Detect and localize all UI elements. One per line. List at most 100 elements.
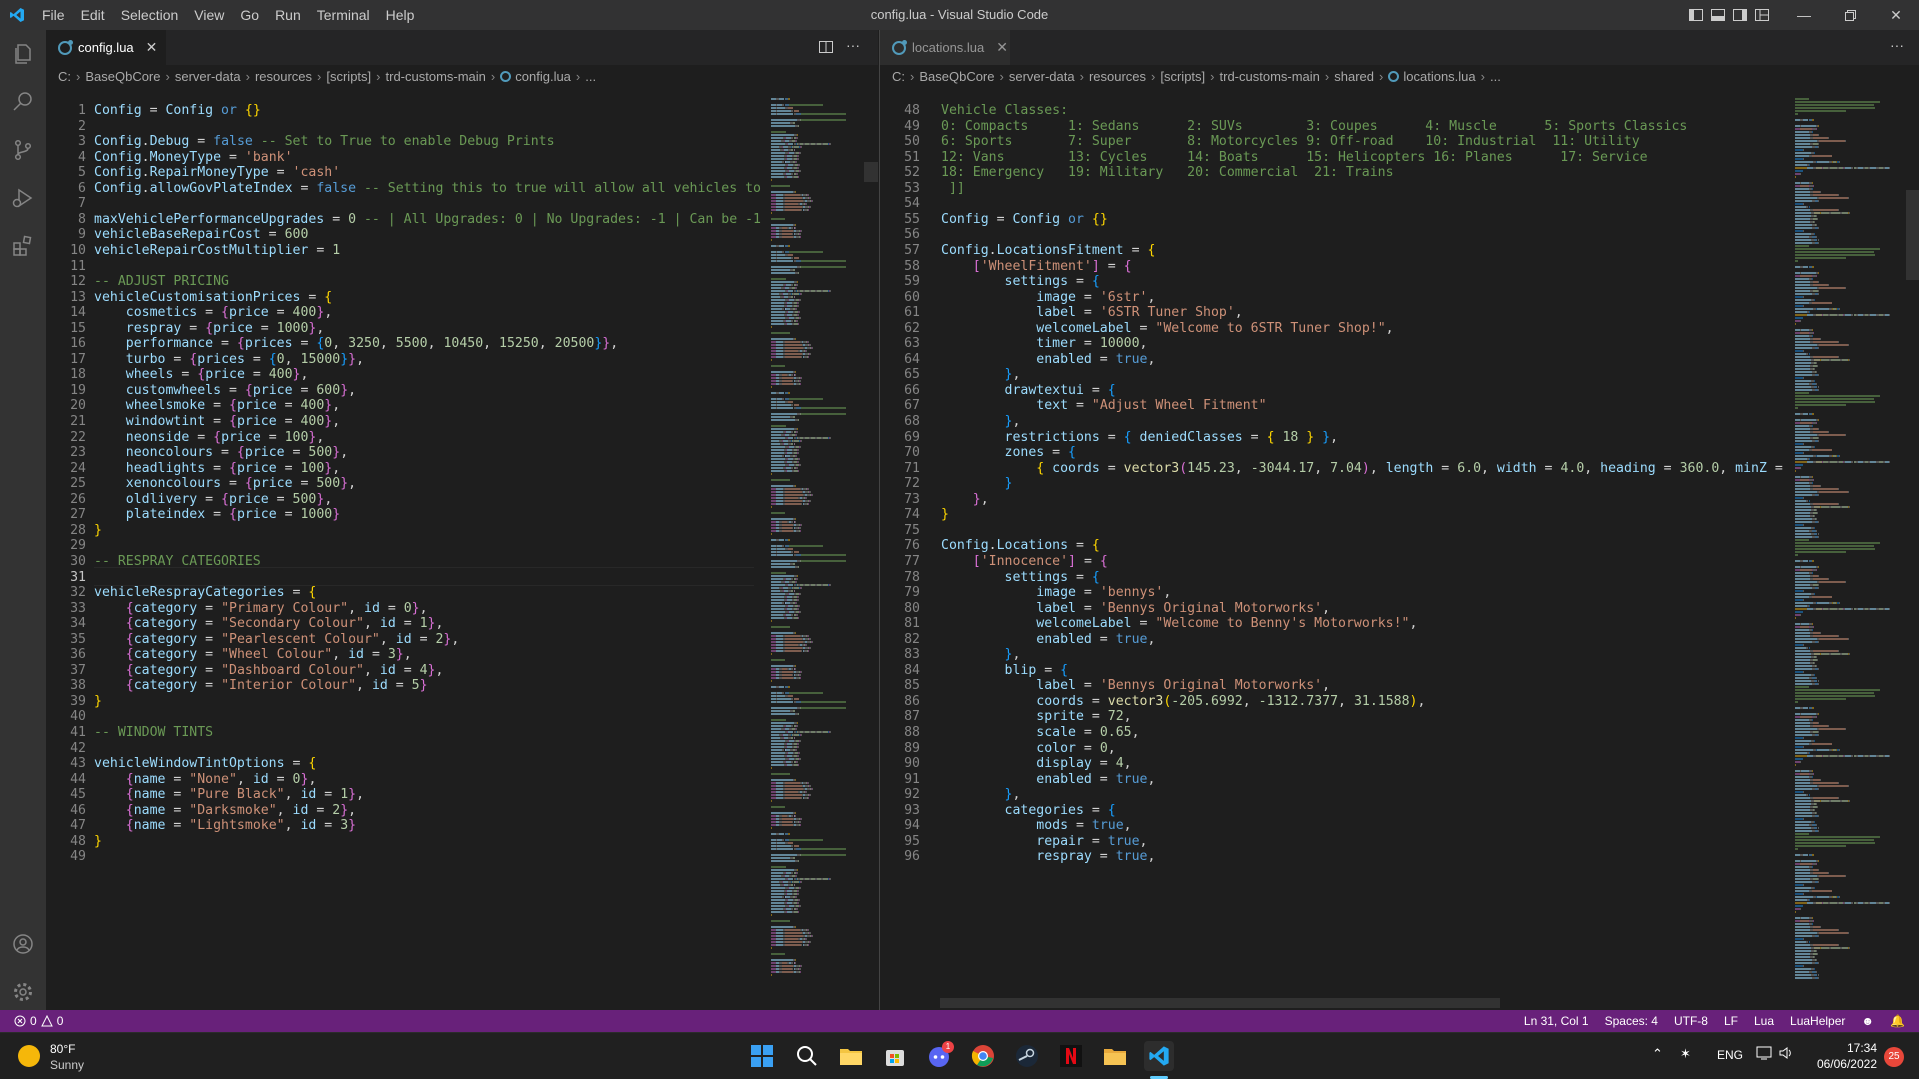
close-tab-icon[interactable]: ✕ <box>146 39 158 56</box>
menu-run[interactable]: Run <box>267 0 309 30</box>
run-debug-icon[interactable] <box>0 174 46 222</box>
breadcrumb-item[interactable]: BaseQbCore <box>919 69 994 84</box>
windows-start-icon[interactable] <box>747 1041 777 1071</box>
notification-count-badge[interactable]: 25 <box>1884 1047 1904 1067</box>
clock-time[interactable]: 17:34 <box>1815 1041 1877 1055</box>
toggle-secondary-sidebar-icon[interactable] <box>1729 0 1751 30</box>
toggle-sidebar-icon[interactable] <box>1685 0 1707 30</box>
close-tab-icon[interactable]: ✕ <box>996 39 1008 56</box>
minimap-mark <box>781 968 792 970</box>
breadcrumb-item[interactable]: server-data <box>175 69 241 84</box>
source-control-icon[interactable] <box>0 126 46 174</box>
minimap-mark <box>795 338 797 340</box>
folder-icon[interactable] <box>1100 1041 1130 1071</box>
breadcrumb-item[interactable]: [scripts] <box>1160 69 1205 84</box>
search-icon[interactable] <box>0 78 46 126</box>
end-of-line[interactable]: LF <box>1716 1014 1746 1028</box>
minimap-mark <box>1801 860 1816 862</box>
breadcrumb-right: C: › BaseQbCore › server-data › resources › [scr… <box>880 65 1919 87</box>
language-mode[interactable]: Lua <box>1746 1014 1782 1028</box>
breadcrumb-item[interactable]: trd-customs-main <box>386 69 486 84</box>
breadcrumb-item[interactable]: resources <box>255 69 312 84</box>
minimap-mark <box>1809 605 1811 607</box>
minimap-right[interactable] <box>1795 98 1905 1018</box>
minimap-mark <box>771 308 782 310</box>
menu-view[interactable]: View <box>186 0 232 30</box>
breadcrumb-item[interactable]: [scripts] <box>326 69 371 84</box>
restore-icon[interactable] <box>1827 0 1873 30</box>
breadcrumb-item[interactable]: shared <box>1334 69 1374 84</box>
minimap-mark <box>1795 911 1796 913</box>
split-editor-icon[interactable] <box>818 39 834 60</box>
breadcrumb-item[interactable]: config.lua <box>515 69 571 84</box>
microsoft-store-icon[interactable] <box>880 1041 910 1071</box>
vscode-logo-icon[interactable] <box>0 0 34 30</box>
chrome-icon[interactable] <box>968 1041 998 1071</box>
extension-status[interactable]: LuaHelper <box>1782 1014 1853 1028</box>
minimap-mark <box>771 323 784 325</box>
breadcrumb-item[interactable]: C: <box>892 69 905 84</box>
minimap-mark <box>1815 128 1817 130</box>
breadcrumb-item[interactable]: server-data <box>1009 69 1075 84</box>
minimap-mark <box>785 788 804 790</box>
minimap-mark <box>771 752 785 754</box>
breadcrumb-item[interactable]: locations.lua <box>1403 69 1475 84</box>
minimap-mark <box>1812 425 1813 427</box>
display-icon[interactable] <box>1756 1045 1772 1066</box>
menu-selection[interactable]: Selection <box>113 0 187 30</box>
tab-locations-lua[interactable]: locations.lua ✕ <box>880 30 1010 65</box>
breadcrumb-item[interactable]: C: <box>58 69 71 84</box>
file-explorer-icon[interactable] <box>836 1041 866 1071</box>
problems-indicator[interactable]: 0 0 <box>14 1014 63 1028</box>
show-hidden-icons-chevron-icon[interactable]: ⌃ <box>1652 1046 1663 1062</box>
scrollbar-left[interactable] <box>864 162 878 182</box>
minimap-mark <box>771 584 785 586</box>
menu-file[interactable]: File <box>34 0 73 30</box>
more-actions-icon[interactable]: ··· <box>846 37 860 53</box>
accounts-icon[interactable] <box>0 920 46 968</box>
customize-layout-icon[interactable] <box>1751 0 1773 30</box>
minimap-mark <box>1795 206 1806 208</box>
code-editor-right[interactable]: 48 Vehicle Classes: 49 0: Compacts 1: Sedan… <box>880 87 1785 1010</box>
horizontal-scrollbar[interactable] <box>940 998 1500 1008</box>
clock-date[interactable]: 06/06/2022 <box>1805 1057 1877 1071</box>
minimap-mark <box>1795 893 1804 895</box>
sunny-weather-icon[interactable] <box>18 1045 40 1067</box>
menu-help[interactable]: Help <box>378 0 423 30</box>
weather-temp[interactable]: 80°F <box>50 1042 75 1056</box>
menu-terminal[interactable]: Terminal <box>309 0 378 30</box>
steam-icon[interactable] <box>1012 1041 1042 1071</box>
close-window-icon[interactable]: ✕ <box>1873 0 1919 30</box>
cursor-position[interactable]: Ln 31, Col 1 <box>1516 1014 1597 1028</box>
taskbar-search-icon[interactable] <box>792 1041 822 1071</box>
more-actions-icon[interactable]: ··· <box>1890 37 1904 53</box>
minimap-mark <box>1795 953 1811 955</box>
menu-go[interactable]: Go <box>232 0 267 30</box>
breadcrumb-item[interactable]: ... <box>585 69 596 84</box>
netflix-icon[interactable] <box>1056 1041 1086 1071</box>
breadcrumb-item[interactable]: trd-customs-main <box>1220 69 1320 84</box>
vscode-taskbar-icon[interactable] <box>1144 1041 1174 1071</box>
breadcrumb-item[interactable]: resources <box>1089 69 1146 84</box>
extensions-icon[interactable] <box>0 222 46 270</box>
notifications-bell-icon[interactable]: 🔔 <box>1882 1014 1919 1028</box>
minimize-icon[interactable]: — <box>1781 0 1827 30</box>
code-editor-left[interactable]: 1 Config = Config or {} 2 3 Config.Debug = f… <box>46 87 766 1010</box>
tab-config-lua[interactable]: config.lua ✕ <box>46 30 166 65</box>
minimap-mark <box>775 500 783 502</box>
wifi-icon[interactable]: ✶ <box>1680 1046 1691 1062</box>
toggle-panel-icon[interactable] <box>1707 0 1729 30</box>
manage-gear-icon[interactable] <box>0 968 46 1016</box>
encoding[interactable]: UTF-8 <box>1666 1014 1716 1028</box>
minimap-left[interactable] <box>771 98 851 1018</box>
breadcrumb-item[interactable]: BaseQbCore <box>85 69 160 84</box>
language-indicator[interactable]: ENG <box>1717 1048 1743 1062</box>
discord-icon[interactable]: 1 <box>924 1041 954 1071</box>
menu-edit[interactable]: Edit <box>73 0 113 30</box>
breadcrumb-item[interactable]: ... <box>1490 69 1501 84</box>
indentation[interactable]: Spaces: 4 <box>1597 1014 1666 1028</box>
feedback-icon[interactable]: ☻ <box>1853 1014 1882 1028</box>
volume-icon[interactable] <box>1778 1045 1794 1066</box>
explorer-icon[interactable] <box>0 30 46 78</box>
scrollbar-right[interactable] <box>1906 190 1919 280</box>
